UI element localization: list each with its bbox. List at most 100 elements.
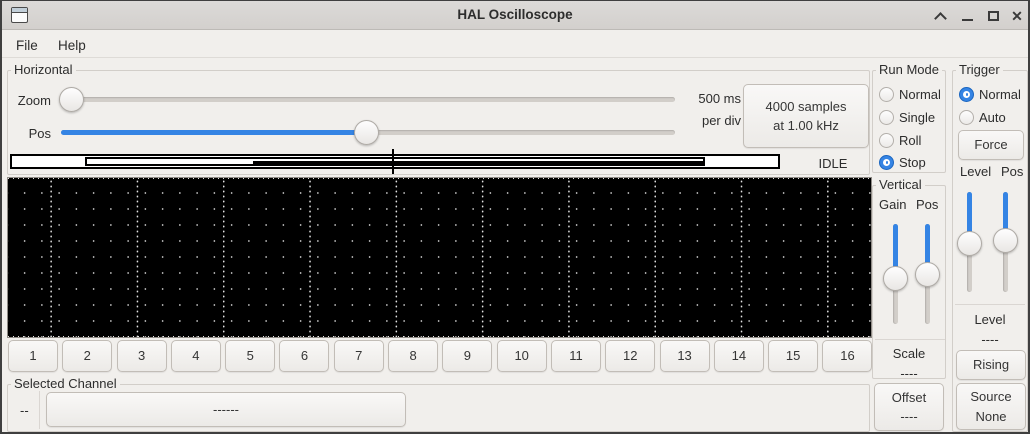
pos-slider[interactable] bbox=[61, 120, 675, 146]
channel-button-row: 1 2 3 4 5 6 7 8 9 10 11 12 13 14 15 16 bbox=[8, 340, 872, 372]
channel-button-15[interactable]: 15 bbox=[768, 340, 818, 372]
selected-channel-legend: Selected Channel bbox=[11, 376, 120, 391]
channel-button-16[interactable]: 16 bbox=[822, 340, 872, 372]
zoom-slider-track bbox=[61, 97, 675, 102]
close-button[interactable]: ✕ bbox=[1004, 1, 1030, 30]
vertical-pos-slider[interactable] bbox=[915, 224, 941, 324]
record-zoom-indicator bbox=[253, 161, 703, 164]
shade-button[interactable] bbox=[927, 1, 953, 30]
trigger-pos-vslider[interactable] bbox=[993, 192, 1019, 292]
channel-button-13[interactable]: 13 bbox=[660, 340, 710, 372]
capture-status: IDLE bbox=[803, 156, 863, 171]
pos-label: Pos bbox=[11, 126, 51, 141]
gain-slider[interactable] bbox=[883, 224, 909, 324]
trigger-option-normal[interactable]: Normal bbox=[959, 85, 1021, 103]
horizontal-legend: Horizontal bbox=[11, 62, 76, 77]
trigger-level-slider-label: Level bbox=[960, 164, 991, 179]
channel-button-8[interactable]: 8 bbox=[388, 340, 438, 372]
trigger-level-value: ---- bbox=[953, 332, 1027, 347]
channel-button-3[interactable]: 3 bbox=[117, 340, 167, 372]
scale-caption: Scale bbox=[873, 346, 945, 361]
channel-button-5[interactable]: 5 bbox=[225, 340, 275, 372]
channel-button-11[interactable]: 11 bbox=[551, 340, 601, 372]
vertical-group: Vertical Gain Pos Scale ---- bbox=[872, 185, 946, 379]
menubar: File Help bbox=[2, 31, 1028, 58]
hal-oscilloscope-window: HAL Oscilloscope ✕ File Help Horizontal … bbox=[0, 0, 1030, 434]
zoom-slider-thumb[interactable] bbox=[59, 87, 84, 112]
channel-button-4[interactable]: 4 bbox=[171, 340, 221, 372]
trigger-edge-button[interactable]: Rising bbox=[956, 350, 1026, 380]
gain-slider-thumb[interactable] bbox=[883, 266, 908, 291]
channel-button-12[interactable]: 12 bbox=[605, 340, 655, 372]
time-per-div-line2: per div bbox=[648, 110, 741, 132]
vertical-legend: Vertical bbox=[876, 177, 925, 192]
radio-checked-icon bbox=[959, 87, 974, 102]
time-per-div: 500 ms per div bbox=[648, 88, 741, 132]
selected-channel-value: -- bbox=[20, 403, 29, 418]
offset-line1: Offset bbox=[892, 388, 926, 408]
radio-icon bbox=[879, 87, 894, 102]
force-trigger-button[interactable]: Force bbox=[958, 130, 1024, 160]
channel-button-7[interactable]: 7 bbox=[334, 340, 384, 372]
offset-line2: ---- bbox=[900, 407, 917, 427]
titlebar: HAL Oscilloscope ✕ bbox=[2, 1, 1028, 30]
channel-button-6[interactable]: 6 bbox=[279, 340, 329, 372]
trigger-legend: Trigger bbox=[956, 62, 1003, 77]
horizontal-group: Horizontal Zoom Pos 500 ms per div 4000 … bbox=[7, 70, 870, 175]
channel-button-10[interactable]: 10 bbox=[497, 340, 547, 372]
run-mode-option-roll[interactable]: Roll bbox=[879, 131, 921, 149]
maximize-icon bbox=[988, 11, 999, 21]
record-length-button[interactable]: 4000 samples at 1.00 kHz bbox=[743, 84, 869, 148]
vertical-separator bbox=[875, 339, 945, 340]
trigger-source-line2: None bbox=[975, 407, 1006, 427]
run-mode-option-normal[interactable]: Normal bbox=[879, 85, 941, 103]
time-per-div-line1: 500 ms bbox=[648, 88, 741, 110]
menu-file[interactable]: File bbox=[10, 36, 44, 55]
vertical-pos-thumb[interactable] bbox=[915, 262, 940, 287]
zoom-label: Zoom bbox=[11, 93, 51, 108]
pos-slider-thumb[interactable] bbox=[354, 120, 379, 145]
run-mode-option-stop[interactable]: Stop bbox=[879, 153, 926, 171]
pos-slider-fill bbox=[61, 130, 366, 135]
zoom-slider[interactable] bbox=[61, 87, 675, 113]
channel-button-9[interactable]: 9 bbox=[442, 340, 492, 372]
trigger-pos-thumb[interactable] bbox=[993, 228, 1018, 253]
scope-display bbox=[7, 177, 872, 338]
record-length-line1: 4000 samples bbox=[766, 97, 847, 117]
trigger-option-auto[interactable]: Auto bbox=[959, 108, 1006, 126]
gain-slider-label: Gain bbox=[879, 197, 906, 212]
scale-value: ---- bbox=[873, 366, 945, 381]
selected-channel-separator bbox=[39, 391, 40, 429]
vertical-pos-slider-label: Pos bbox=[916, 197, 938, 212]
trigger-pos-slider-label: Pos bbox=[1001, 164, 1023, 179]
channel-button-14[interactable]: 14 bbox=[714, 340, 764, 372]
trigger-separator bbox=[955, 304, 1025, 305]
trigger-level-caption: Level bbox=[953, 312, 1027, 327]
radio-icon bbox=[879, 133, 894, 148]
selected-channel-group: Selected Channel -- ------ bbox=[7, 384, 870, 432]
trigger-level-thumb[interactable] bbox=[957, 231, 982, 256]
trigger-position-marker bbox=[392, 149, 394, 174]
radio-icon bbox=[879, 110, 894, 125]
record-window-indicator bbox=[85, 157, 705, 166]
channel-button-2[interactable]: 2 bbox=[62, 340, 112, 372]
run-mode-legend: Run Mode bbox=[876, 62, 942, 77]
minimize-icon bbox=[962, 19, 973, 21]
run-mode-option-single[interactable]: Single bbox=[879, 108, 935, 126]
menu-help[interactable]: Help bbox=[52, 36, 92, 55]
record-position-indicator bbox=[10, 154, 780, 169]
trigger-source-button[interactable]: Source None bbox=[956, 383, 1026, 430]
selected-channel-name-button[interactable]: ------ bbox=[46, 392, 406, 427]
maximize-button[interactable] bbox=[980, 1, 1006, 30]
window-title: HAL Oscilloscope bbox=[2, 7, 1028, 22]
run-mode-group: Run Mode Normal Single Roll Stop bbox=[872, 70, 946, 173]
trigger-level-slider[interactable] bbox=[957, 192, 983, 292]
close-icon: ✕ bbox=[1011, 9, 1023, 23]
radio-icon bbox=[959, 110, 974, 125]
offset-button[interactable]: Offset ---- bbox=[874, 383, 944, 431]
trigger-group: Trigger Normal Auto Force Level Pos Leve… bbox=[952, 70, 1028, 432]
minimize-button[interactable] bbox=[954, 1, 980, 30]
shade-icon bbox=[934, 12, 947, 25]
channel-button-1[interactable]: 1 bbox=[8, 340, 58, 372]
radio-checked-icon bbox=[879, 155, 894, 170]
